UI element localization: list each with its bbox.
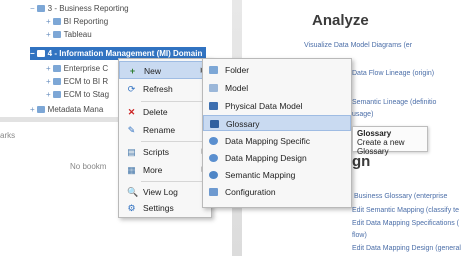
analyze-link-2[interactable]: Data Flow Lineage (origin) [352, 70, 434, 77]
log-icon: 🔍 [127, 187, 139, 197]
menu-item-settings[interactable]: ⚙ Settings [119, 199, 211, 217]
submenu-item-label: Data Mapping Design [225, 153, 307, 163]
refresh-icon: ⟳ [127, 84, 136, 94]
menu-item-label: Settings [143, 203, 174, 213]
collapse-icon[interactable]: − [30, 4, 35, 13]
menu-item-delete[interactable]: ✕ Delete [119, 103, 211, 121]
data-mapping-spec-icon [209, 137, 218, 145]
plus-icon: + [129, 66, 136, 76]
design-link-3[interactable]: Edit Data Mapping Specifications ( [352, 220, 459, 227]
physical-model-icon [209, 102, 218, 110]
menu-item-rename[interactable]: ✎ Rename [119, 121, 211, 139]
submenu-item-label: Model [225, 83, 249, 93]
design-link-3-cont: flow) [352, 232, 367, 239]
design-link-2[interactable]: Edit Semantic Mapping (classify te [352, 207, 459, 214]
submenu-item-configuration[interactable]: Configuration [203, 184, 351, 200]
more-icon: ▦ [127, 165, 136, 175]
folder-icon [209, 66, 218, 74]
submenu-item-label: Glossary [226, 119, 260, 129]
folder-icon [36, 50, 45, 58]
analyze-link-3-cont: usage) [352, 111, 374, 118]
mapping-icon [52, 91, 61, 99]
design-link-4[interactable]: Edit Data Mapping Design (general [352, 245, 461, 252]
model-icon [209, 84, 218, 92]
expand-icon[interactable]: + [46, 17, 51, 26]
expand-icon[interactable]: + [46, 64, 51, 73]
submenu-item-label: Data Mapping Specific [225, 136, 311, 146]
tree-item-tableau[interactable]: + Tableau [46, 28, 92, 41]
new-submenu: Folder Model Physical Data Model Glossar… [202, 58, 352, 208]
tree-item-label: 3 - Business Reporting [47, 4, 129, 13]
tree-item-label: ECM to BI R [63, 77, 109, 86]
menu-separator [141, 101, 207, 102]
menu-separator [141, 141, 207, 142]
submenu-item-physical-data-model[interactable]: Physical Data Model [203, 98, 351, 114]
folder-icon [36, 106, 45, 114]
context-menu: + New ▶ ⟳ Refresh ✕ Delete ✎ Rename ▤ Sc… [118, 58, 212, 218]
menu-item-label: Scripts [143, 147, 169, 157]
tree-item-label: ECM to Stag [63, 90, 110, 99]
expand-icon[interactable]: + [46, 30, 51, 39]
glossary-tooltip: Glossary Create a new Glossary [352, 126, 428, 156]
submenu-item-folder[interactable]: Folder [203, 62, 351, 78]
menu-item-scripts[interactable]: ▤ Scripts ▶ [119, 143, 211, 161]
menu-item-label: Rename [143, 125, 176, 135]
no-bookmarks-text: No bookm [70, 162, 107, 171]
delete-icon: ✕ [127, 107, 136, 117]
submenu-item-label: Folder [225, 65, 250, 75]
expand-icon[interactable]: + [30, 105, 35, 114]
scripts-icon: ▤ [127, 147, 136, 157]
analyze-heading: Analyze [312, 12, 369, 29]
submenu-item-semantic-mapping[interactable]: Semantic Mapping [203, 167, 351, 183]
model-icon [52, 65, 61, 73]
semantic-mapping-icon [209, 171, 218, 179]
analyze-link-3[interactable]: Semantic Lineage (definitio [352, 99, 436, 106]
tree-item-bi-reporting[interactable]: + BI Reporting [46, 15, 108, 28]
tree-item-label: 4 - Information Management (MI) Domain [47, 49, 203, 58]
menu-separator [141, 181, 207, 182]
submenu-item-data-mapping-design[interactable]: Data Mapping Design [203, 150, 351, 166]
menu-item-label: New [144, 66, 162, 76]
menu-item-label: More [143, 165, 163, 175]
tree-item-metadata-management[interactable]: + Metadata Mana [30, 103, 103, 116]
design-link-1[interactable]: Business Glossary (enterprise [354, 193, 447, 200]
tooltip-description: Create a new Glossary [357, 138, 405, 156]
tree-item-label: BI Reporting [63, 17, 109, 26]
analyze-link-1[interactable]: Visualize Data Model Diagrams (er [304, 42, 412, 49]
tree-item-label: Enterprise C [63, 64, 109, 73]
tree-item-business-reporting[interactable]: − 3 - Business Reporting [30, 2, 129, 15]
submenu-item-label: Configuration [225, 187, 276, 197]
expand-icon[interactable]: + [46, 90, 51, 99]
submenu-item-model[interactable]: Model [203, 80, 351, 96]
mapping-icon [52, 78, 61, 86]
configuration-icon [209, 188, 218, 196]
submenu-item-glossary[interactable]: Glossary [203, 115, 351, 131]
folder-icon [36, 5, 45, 13]
folder-icon [52, 18, 61, 26]
tree-item-ecm-to-bi[interactable]: + ECM to BI R [46, 75, 108, 88]
folder-icon [52, 31, 61, 39]
settings-icon: ⚙ [127, 203, 136, 213]
tree-item-enterprise[interactable]: + Enterprise C [46, 62, 108, 75]
glossary-icon [210, 120, 219, 128]
tree-item-ecm-to-stag[interactable]: + ECM to Stag [46, 88, 109, 101]
tree-item-label: Tableau [63, 30, 92, 39]
data-mapping-design-icon [209, 154, 218, 162]
submenu-item-label: Semantic Mapping [225, 170, 296, 180]
tree-item-label: Metadata Mana [47, 105, 104, 114]
submenu-item-label: Physical Data Model [225, 101, 303, 111]
menu-item-new[interactable]: + New ▶ [119, 61, 211, 79]
menu-item-refresh[interactable]: ⟳ Refresh [119, 80, 211, 98]
collapse-icon[interactable]: − [30, 49, 35, 58]
menu-item-more[interactable]: ▦ More ▶ [119, 161, 211, 179]
bookmarks-panel-label: arks [0, 131, 16, 140]
expand-icon[interactable]: + [46, 77, 51, 86]
menu-item-label: Refresh [143, 84, 173, 94]
tooltip-title: Glossary [357, 129, 392, 138]
menu-item-label: Delete [143, 107, 168, 117]
rename-icon: ✎ [127, 125, 136, 135]
submenu-item-data-mapping-specification[interactable]: Data Mapping Specific [203, 133, 351, 149]
